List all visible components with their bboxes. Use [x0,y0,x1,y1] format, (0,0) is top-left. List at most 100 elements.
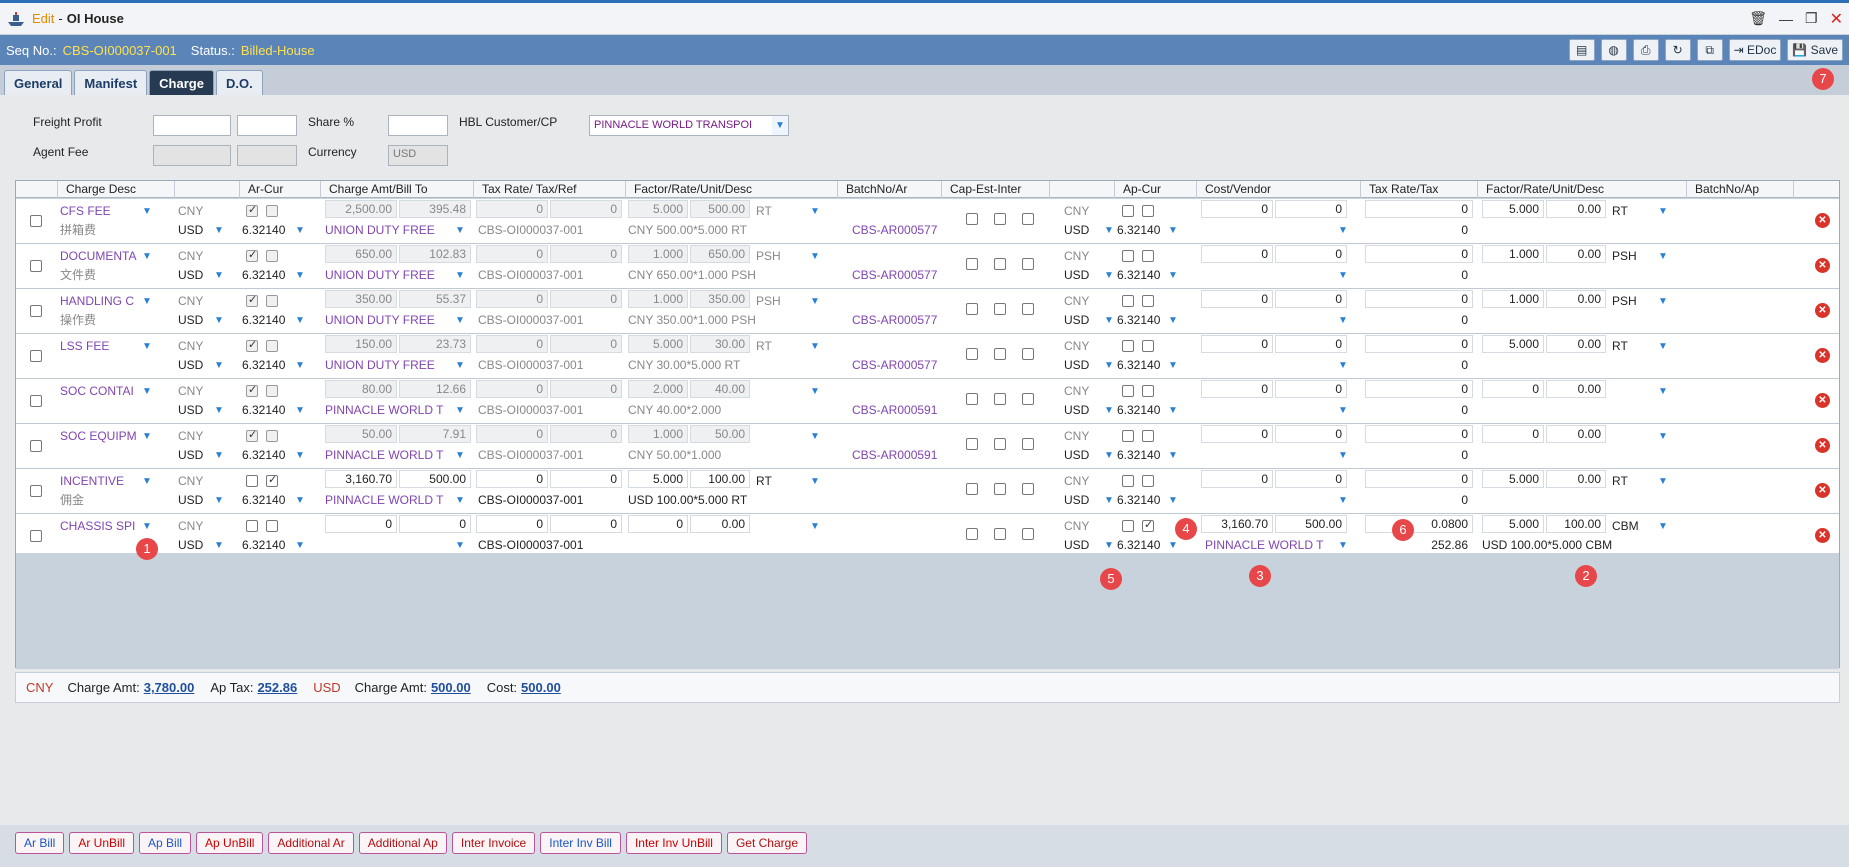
ap-cur-select[interactable]: USD [1064,536,1104,554]
tab-general[interactable]: General [4,70,73,95]
bill-to[interactable]: UNION DUTY FREE [325,221,453,239]
chevron-down-icon[interactable]: ▼ [1656,430,1670,444]
est-checkbox[interactable] [994,438,1006,450]
ap-rate-input[interactable]: 0.00 [1546,200,1606,218]
delete-row-icon[interactable]: ✕ [1815,483,1830,498]
bill-amt-input[interactable]: 500.00 [399,470,471,488]
ar-unbill-button[interactable]: Ar UnBill [69,832,135,854]
chevron-down-icon[interactable]: ▼ [293,449,307,463]
chevron-down-icon[interactable]: ▼ [212,449,226,463]
cap-checkbox[interactable] [966,528,978,540]
chevron-down-icon[interactable]: ▼ [1166,224,1180,238]
ar-checkbox-2[interactable] [266,473,278,487]
inter-checkbox[interactable] [1022,528,1034,540]
ap-rate-input[interactable]: 0.00 [1546,335,1606,353]
unit-select[interactable]: PSH [756,292,786,310]
delete-row-icon[interactable]: ✕ [1815,528,1830,543]
inter-inv-bill-button[interactable]: Inter Inv Bill [540,832,621,854]
ap-unit-select[interactable]: RT [1612,337,1640,355]
row-select-checkbox[interactable] [30,215,42,227]
cost-input[interactable]: 0 [1201,380,1273,398]
chevron-down-icon[interactable]: ▼ [1102,539,1116,553]
chevron-down-icon[interactable]: ▼ [1102,494,1116,508]
row-select-checkbox[interactable] [30,440,42,452]
chevron-down-icon[interactable]: ▼ [1102,269,1116,283]
chevron-down-icon[interactable]: ▼ [293,224,307,238]
chevron-down-icon[interactable]: ▼ [453,314,467,328]
bill-to[interactable]: UNION DUTY FREE [325,266,453,284]
ap-factor-input[interactable]: 1.000 [1482,245,1544,263]
cap-checkbox[interactable] [966,303,978,315]
chevron-down-icon[interactable]: ▼ [1656,475,1670,489]
chevron-down-icon[interactable]: ▼ [1102,224,1116,238]
charge-desc[interactable]: LSS FEE [60,337,142,355]
chevron-down-icon[interactable]: ▼ [1102,404,1116,418]
edoc-button[interactable]: ⇥ EDoc [1728,39,1782,61]
ap-bill-button[interactable]: Ap Bill [139,832,192,854]
cost-input-2[interactable]: 500.00 [1275,515,1347,533]
chevron-down-icon[interactable]: ▼ [1336,449,1350,463]
batch-ar-link[interactable]: CBS-AR000591 [852,401,942,419]
chevron-down-icon[interactable]: ▼ [1336,359,1350,373]
ap-factor-input[interactable]: 5.000 [1482,470,1544,488]
chevron-down-icon[interactable]: ▼ [293,404,307,418]
tab-do[interactable]: D.O. [215,70,263,95]
cost-input[interactable]: 3,160.70 [1201,515,1273,533]
est-checkbox[interactable] [994,303,1006,315]
chevron-down-icon[interactable]: ▼ [293,359,307,373]
est-checkbox[interactable] [994,213,1006,225]
chevron-down-icon[interactable]: ▼ [1102,359,1116,373]
save-button[interactable]: 💾 Save [1787,39,1843,61]
bill-to[interactable]: PINNACLE WORLD T [325,491,453,509]
ap-checkbox-2[interactable] [1142,385,1154,397]
restore-icon[interactable]: ❐ [1805,10,1818,27]
batch-ar-link[interactable]: CBS-AR000577 [852,356,942,374]
ap-cur-select[interactable]: USD [1064,356,1104,374]
chevron-down-icon[interactable]: ▼ [1166,314,1180,328]
bill-amt-input[interactable]: 0 [399,515,471,533]
cost-input[interactable]: 0 [1201,200,1273,218]
chevron-down-icon[interactable]: ▼ [140,475,154,489]
ap-tax-rate-input[interactable]: 0 [1365,380,1473,398]
chevron-down-icon[interactable]: ▼ [293,494,307,508]
bill-to[interactable]: PINNACLE WORLD T [325,401,453,419]
ap-factor-input[interactable]: 5.000 [1482,515,1544,533]
bill-to[interactable]: UNION DUTY FREE [325,356,453,374]
rate-input[interactable]: 0.00 [690,515,750,533]
ap-rate-input[interactable]: 0.00 [1546,290,1606,308]
chevron-down-icon[interactable]: ▼ [453,494,467,508]
tax-rate-input[interactable]: 0 [476,470,548,488]
ap-factor-input[interactable]: 1.000 [1482,290,1544,308]
freight-profit-input[interactable] [153,115,231,136]
ap-unit-select[interactable]: RT [1612,202,1640,220]
chevron-down-icon[interactable]: ▼ [140,340,154,354]
cost-input[interactable]: 0 [1201,245,1273,263]
cost-input-2[interactable]: 0 [1275,380,1347,398]
chevron-down-icon[interactable]: ▼ [1336,539,1350,553]
chevron-down-icon[interactable]: ▼ [212,539,226,553]
ap-unbill-button[interactable]: Ap UnBill [196,832,264,854]
ap-factor-input[interactable]: 5.000 [1482,200,1544,218]
inter-checkbox[interactable] [1022,303,1034,315]
share-input[interactable] [388,115,448,136]
delete-row-icon[interactable]: ✕ [1815,213,1830,228]
ar-checkbox-1[interactable] [246,520,258,532]
delete-row-icon[interactable]: ✕ [1815,258,1830,273]
rate-input[interactable]: 100.00 [690,470,750,488]
ap-checkbox-1[interactable] [1122,205,1134,217]
ap-factor-input[interactable]: 0 [1482,425,1544,443]
ap-checkbox-1[interactable] [1122,385,1134,397]
row-select-checkbox[interactable] [30,485,42,497]
cost-input-2[interactable]: 0 [1275,200,1347,218]
chevron-down-icon[interactable]: ▼ [140,385,154,399]
refresh-icon[interactable]: ↻ [1664,39,1691,61]
cost-input-2[interactable]: 0 [1275,335,1347,353]
chevron-down-icon[interactable]: ▼ [808,295,822,309]
ap-cur-select[interactable]: USD [1064,311,1104,329]
batch-ar-link[interactable]: CBS-AR000577 [852,311,942,329]
chevron-down-icon[interactable]: ▼ [453,404,467,418]
charge-amt-cny-link[interactable]: 3,780.00 [144,680,195,695]
ap-checkbox-2[interactable] [1142,518,1154,532]
chevron-down-icon[interactable]: ▼ [453,269,467,283]
charge-desc[interactable]: HANDLING C [60,292,142,310]
